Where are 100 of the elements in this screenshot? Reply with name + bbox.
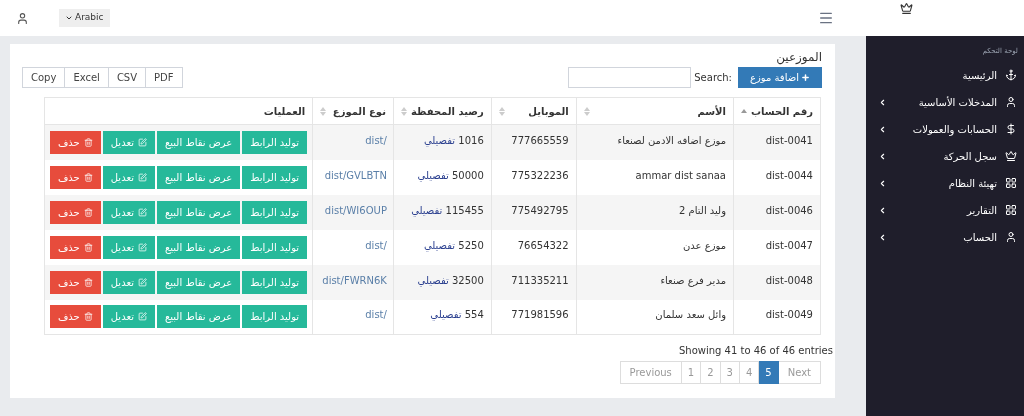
export-button[interactable]: CSV — [108, 67, 147, 88]
export-button[interactable]: Copy — [22, 67, 66, 88]
action-button[interactable]: توليد الرابط — [242, 165, 308, 189]
type-link[interactable]: /dist — [312, 124, 394, 160]
detail-link[interactable]: تفصيلي — [417, 169, 449, 181]
delete-button[interactable]: حذف — [50, 165, 101, 189]
crown-icon — [1005, 150, 1017, 162]
delete-button[interactable]: حذف — [50, 305, 101, 329]
edit-button[interactable]: تعديل — [102, 130, 155, 154]
edit-icon — [138, 137, 147, 147]
sort-icon — [583, 106, 590, 116]
sidebar-item[interactable]: سجل الحركة — [866, 142, 1024, 170]
sidebar-item[interactable]: المدخلات الأساسية — [866, 88, 1024, 116]
edit-button[interactable]: تعديل — [102, 270, 155, 294]
action-button[interactable]: توليد الرابط — [242, 305, 308, 329]
edit-icon — [138, 242, 147, 252]
action-button[interactable]: توليد الرابط — [242, 200, 308, 224]
mobile-cell: 777665559 — [491, 124, 577, 160]
mobile-cell: 775322236 — [491, 159, 577, 195]
edit-icon — [138, 207, 147, 217]
action-button[interactable]: عرض نقاط البيع — [157, 130, 241, 154]
action-button[interactable]: عرض نقاط البيع — [157, 305, 241, 329]
mobile-cell: 711335211 — [491, 264, 577, 300]
detail-link[interactable]: تفصيلي — [423, 134, 456, 146]
edit-icon — [138, 277, 147, 287]
mobile-cell: 771981596 — [491, 299, 577, 335]
search-field[interactable] — [568, 67, 692, 88]
account-cell: dist-0046 — [733, 194, 821, 230]
export-button[interactable]: Excel — [65, 67, 109, 88]
anchor-icon — [1005, 69, 1017, 81]
column-header[interactable]: نوع الموزع — [312, 97, 394, 125]
dollar-icon — [1005, 123, 1017, 135]
type-link[interactable]: /dist — [312, 229, 394, 265]
user-icon[interactable] — [16, 11, 29, 25]
type-link[interactable]: dist/WI6OUP — [312, 194, 394, 230]
column-header[interactable]: الموبايل — [491, 97, 577, 125]
sidebar-item[interactable]: تهيئة النظام — [866, 169, 1024, 197]
account-cell: dist-0048 — [733, 264, 821, 300]
action-button[interactable]: توليد الرابط — [242, 130, 308, 154]
user-icon — [1005, 96, 1017, 108]
detail-link[interactable]: تفصيلي — [423, 239, 456, 251]
page-button[interactable]: 5 — [759, 361, 779, 384]
type-link[interactable]: /dist — [312, 299, 394, 335]
language-dropdown[interactable]: Arabic — [59, 9, 110, 27]
entries-info: Showing 41 to 46 of 46 entries — [678, 344, 833, 358]
column-header[interactable]: العمليات — [44, 97, 313, 125]
detail-link[interactable]: تفصيلي — [411, 204, 443, 216]
delete-button[interactable]: حذف — [50, 130, 101, 154]
detail-link[interactable]: تفصيلي — [417, 274, 449, 286]
mobile-cell: 775492795 — [491, 194, 577, 230]
crown-icon — [900, 2, 913, 15]
action-button[interactable]: عرض نقاط البيع — [157, 270, 241, 294]
edit-button[interactable]: تعديل — [102, 165, 155, 189]
export-button[interactable]: PDF — [146, 67, 183, 88]
edit-button[interactable]: تعديل — [102, 235, 155, 259]
column-header[interactable]: رقم الحساب — [733, 97, 821, 125]
action-button[interactable]: توليد الرابط — [242, 270, 308, 294]
page-button[interactable]: 2 — [701, 361, 721, 384]
grid-icon — [1005, 204, 1017, 216]
sidebar-item[interactable]: الحساب — [866, 223, 1024, 251]
balance-text: 50000 — [451, 169, 484, 181]
account-cell: dist-0049 — [733, 299, 821, 335]
plus-icon — [801, 73, 810, 82]
detail-link[interactable]: تفصيلي — [430, 309, 462, 321]
sort-icon — [400, 106, 407, 116]
balance-text: 5250 — [458, 239, 484, 251]
action-button[interactable]: عرض نقاط البيع — [157, 200, 241, 224]
column-header[interactable]: الأسم — [576, 97, 734, 125]
edit-icon — [138, 172, 147, 182]
edit-button[interactable]: تعديل — [102, 200, 155, 224]
balance-text: 1016 — [458, 134, 484, 146]
balance-text: 115455 — [445, 204, 484, 216]
delete-button[interactable]: حذف — [50, 235, 101, 259]
caret-icon — [65, 14, 73, 22]
column-header[interactable]: رصيد المحفظة — [393, 97, 492, 125]
menu-icon[interactable] — [818, 10, 834, 26]
sidebar-item[interactable]: الرئيسية — [866, 61, 1024, 89]
edit-icon — [138, 312, 147, 322]
trash-icon — [83, 137, 93, 147]
pagination-nav-button[interactable]: Next — [778, 361, 821, 384]
action-button[interactable]: عرض نقاط البيع — [157, 165, 241, 189]
balance-text: 32500 — [451, 274, 484, 286]
sort-icon — [498, 106, 505, 116]
trash-icon — [83, 312, 93, 322]
type-link[interactable]: dist/FWRN6K — [312, 264, 394, 300]
account-cell: dist-0041 — [733, 124, 821, 160]
delete-button[interactable]: حذف — [50, 200, 101, 224]
delete-button[interactable]: حذف — [50, 270, 101, 294]
type-link[interactable]: dist/GVLBTN — [312, 159, 394, 195]
account-cell: dist-0044 — [733, 159, 821, 195]
sidebar-item[interactable]: التقارير — [866, 196, 1024, 224]
balance-text: 554 — [464, 309, 484, 321]
action-button[interactable]: توليد الرابط — [242, 235, 308, 259]
edit-button[interactable]: تعديل — [102, 305, 155, 329]
sort-ascending-icon — [741, 109, 747, 113]
pagination-nav-button[interactable]: Previous — [619, 361, 682, 384]
action-button[interactable]: عرض نقاط البيع — [157, 235, 241, 259]
name-cell: مدير فرع صنعاء — [576, 264, 734, 300]
sidebar-item[interactable]: الحسابات والعمولات — [866, 115, 1024, 143]
add-distributor-button[interactable]: اضافة موزع — [738, 67, 822, 88]
